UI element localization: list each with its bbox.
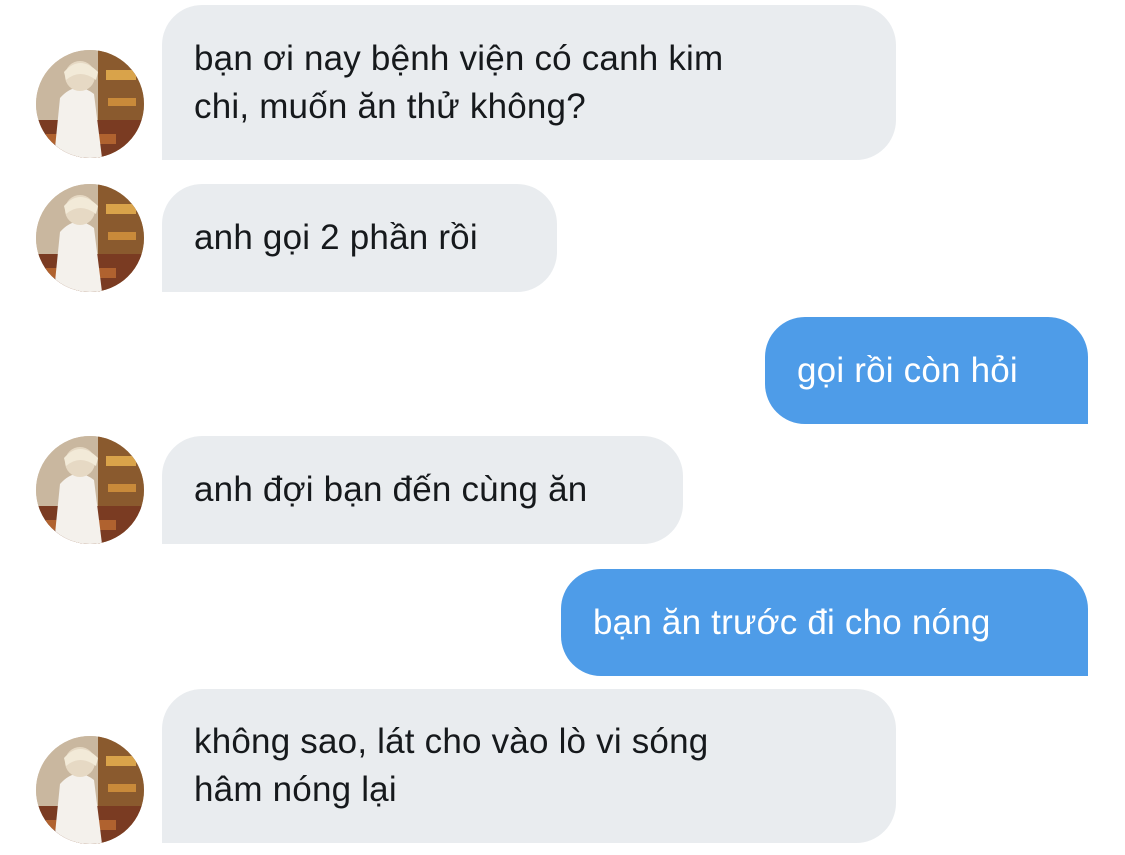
message-text: anh gọi 2 phần rồi — [194, 218, 478, 257]
message-bubble-outgoing[interactable]: bạn ăn trước đi cho nóng — [561, 569, 1088, 676]
message-text: anh đợi bạn đến cùng ăn — [194, 470, 588, 509]
message-bubble-incoming[interactable]: anh đợi bạn đến cùng ăn — [162, 436, 683, 544]
message-text: không sao, lát cho vào lò vi sóng — [194, 722, 709, 761]
avatar[interactable] — [36, 184, 144, 292]
user-photo-icon — [36, 50, 144, 158]
message-text: chi, muốn ăn thử không? — [194, 86, 586, 126]
avatar[interactable] — [36, 736, 144, 844]
avatar[interactable] — [36, 436, 144, 544]
avatar[interactable] — [36, 50, 144, 158]
message-text: bạn ăn trước đi cho nóng — [593, 602, 991, 642]
message-bubble-incoming[interactable]: không sao, lát cho vào lò vi sóng hâm nó… — [162, 689, 896, 843]
message-bubble-outgoing[interactable]: gọi rồi còn hỏi — [765, 317, 1088, 424]
message-bubble-incoming[interactable]: anh gọi 2 phần rồi — [162, 184, 557, 292]
user-photo-icon — [36, 436, 144, 544]
user-photo-icon — [36, 184, 144, 292]
message-text: gọi rồi còn hỏi — [797, 350, 1018, 390]
chat-thread: bạn ơi nay bệnh viện có canh kim chi, mu… — [0, 0, 1125, 855]
message-text: bạn ơi nay bệnh viện có canh kim — [194, 38, 724, 78]
user-photo-icon — [36, 736, 144, 844]
message-bubble-incoming[interactable]: bạn ơi nay bệnh viện có canh kim chi, mu… — [162, 5, 896, 160]
message-text: hâm nóng lại — [194, 770, 397, 809]
